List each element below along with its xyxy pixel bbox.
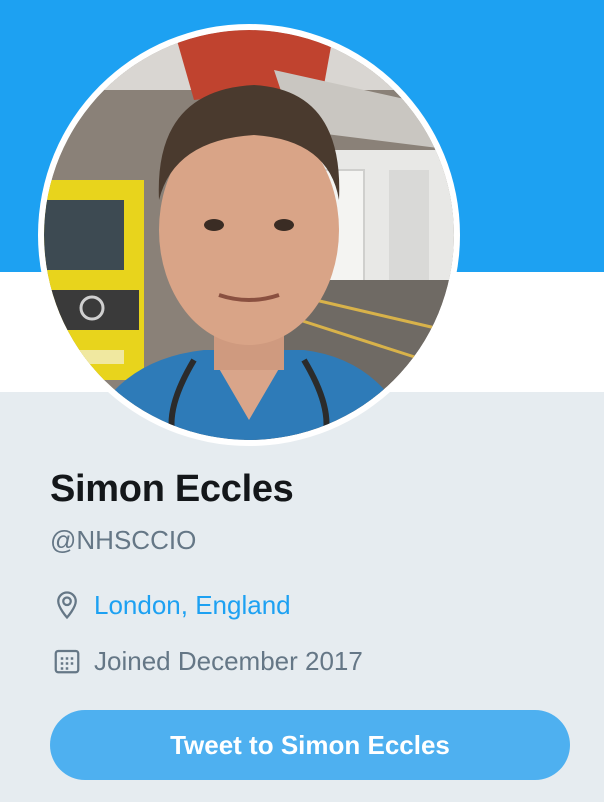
tweet-to-button[interactable]: Tweet to Simon Eccles: [50, 710, 570, 780]
calendar-icon: [50, 644, 84, 678]
joined-label: Joined December 2017: [94, 645, 363, 676]
avatar[interactable]: [38, 24, 460, 446]
profile-join-date: Joined December 2017: [50, 644, 363, 678]
profile-name: Simon Eccles: [50, 468, 294, 510]
location-link[interactable]: London, England: [94, 590, 291, 621]
avatar-photo: [44, 30, 454, 440]
profile-handle: @NHSCCIO: [50, 525, 197, 555]
location-pin-icon: [50, 588, 84, 622]
profile-location: London, England: [50, 588, 291, 622]
